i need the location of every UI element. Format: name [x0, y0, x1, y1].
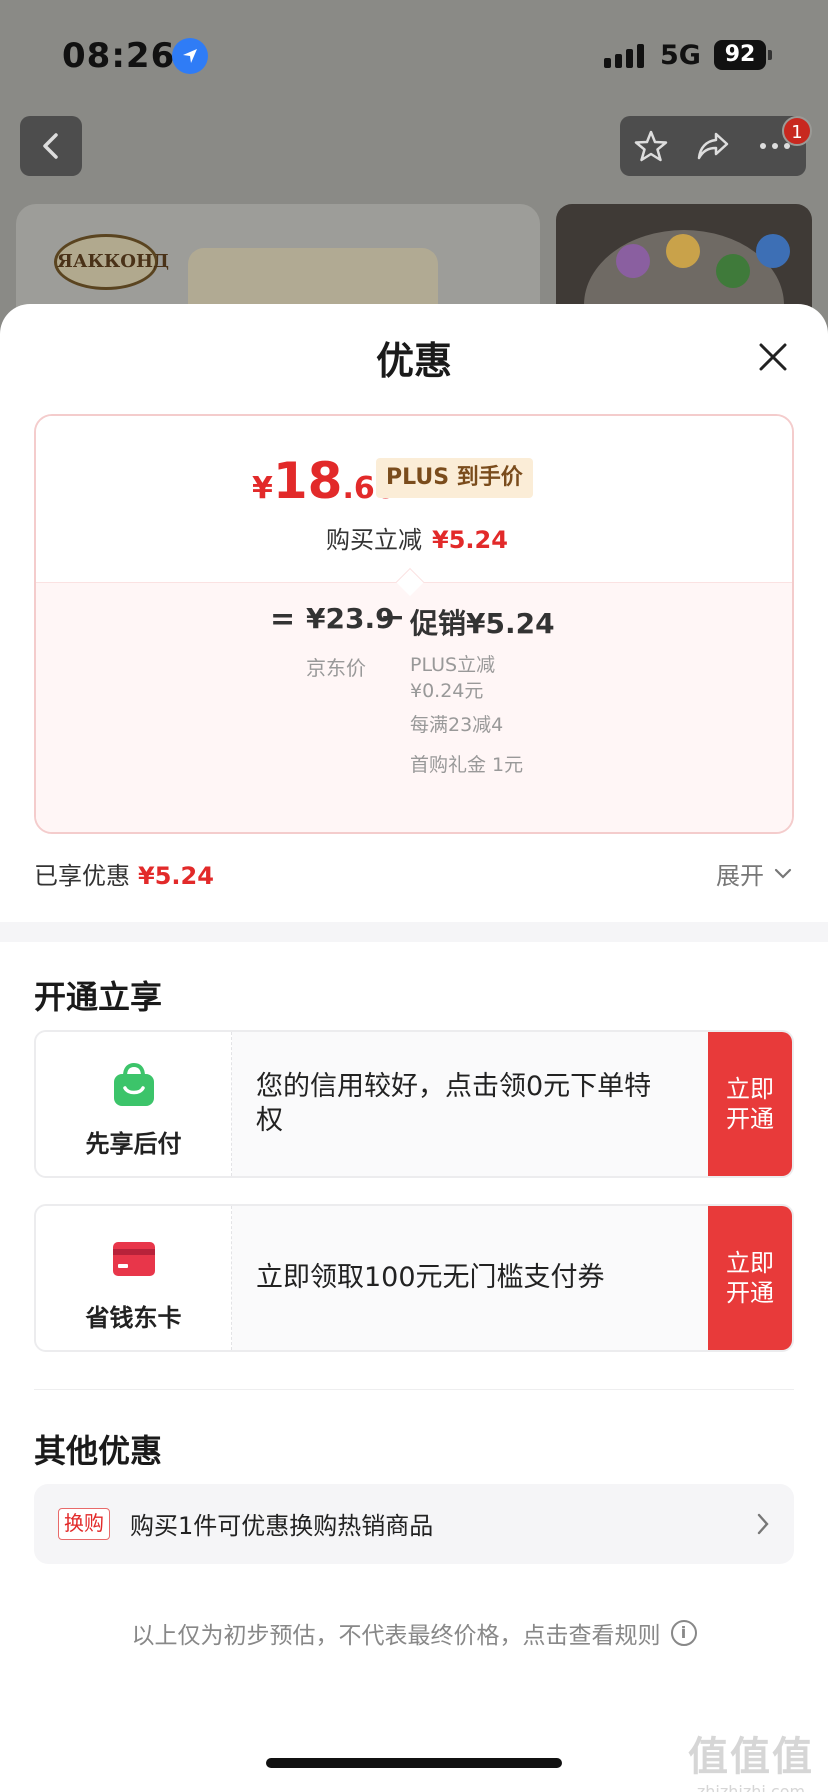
home-indicator[interactable]	[266, 1758, 562, 1768]
offer-description: 立即领取100元无门槛支付券	[256, 1262, 605, 1293]
expand-label: 展开	[716, 862, 764, 890]
enjoyed-discount: 已享优惠 ¥5.24	[34, 856, 214, 891]
offer-card-pay-later[interactable]: 先享后付 您的信用较好，点击领0元下单特权 立即开通	[34, 1030, 794, 1178]
battery-tip	[768, 50, 772, 60]
swap-tag: 换购	[58, 1508, 110, 1540]
offer-left-panel: 省钱东卡	[36, 1206, 232, 1350]
top-toolbar	[620, 116, 806, 176]
status-bar: 08:26 5G 92	[0, 32, 828, 80]
chevron-left-icon	[43, 133, 58, 159]
activate-button[interactable]: 立即开通	[708, 1206, 792, 1350]
promo-item-first-purchase: 首购礼金 1元	[410, 754, 524, 776]
cellular-signal-icon	[604, 44, 648, 68]
share-icon	[697, 132, 729, 160]
back-button[interactable]	[20, 116, 82, 176]
share-button[interactable]	[682, 116, 744, 176]
battery-icon: 92	[714, 40, 766, 70]
other-section-title: 其他优惠	[34, 1432, 163, 1470]
card-icon	[113, 1242, 155, 1276]
close-button[interactable]	[756, 340, 790, 374]
promo-label: 促销	[410, 607, 467, 640]
candy-image	[756, 234, 790, 268]
favorite-star-button[interactable]	[620, 116, 682, 176]
disclaimer-link[interactable]: 以上仅为初步预估，不代表最终价格，点击查看规则 i	[0, 1616, 828, 1650]
swap-purchase-row[interactable]: 换购 购买1件可优惠换购热销商品	[34, 1484, 794, 1564]
final-price: ¥18.66	[252, 452, 396, 510]
candy-image	[666, 234, 700, 268]
plus-price-tag: PLUS 到手价	[376, 458, 533, 498]
jd-price-label: 京东价	[306, 656, 366, 680]
disclaimer-text: 以上仅为初步预估，不代表最终价格，点击查看规则	[131, 1623, 661, 1649]
offer-name: 先享后付	[85, 1130, 182, 1158]
brand-logo: ЯАККОНД	[54, 234, 169, 290]
activate-section-title: 开通立享	[34, 978, 163, 1016]
activate-button[interactable]: 立即开通	[708, 1032, 792, 1176]
shopping-bag-icon	[114, 1062, 154, 1106]
discount-sheet: 优惠 ¥18.66 PLUS 到手价 购买立减 ¥5.24 = ¥23.9 京东价…	[0, 304, 828, 1792]
promo-item-threshold: 每满23减4	[410, 714, 504, 736]
status-time: 08:26	[62, 36, 176, 76]
buy-cut-line: 购买立减 ¥5.24	[326, 520, 508, 555]
network-type: 5G	[660, 40, 701, 71]
equals-sign: =	[270, 602, 296, 637]
info-icon: i	[670, 1620, 697, 1646]
sheet-title: 优惠	[375, 339, 452, 383]
enjoyed-label: 已享优惠	[34, 862, 130, 890]
site-watermark: 值值值 zhizhizhi.com	[688, 1724, 814, 1792]
offer-description: 您的信用较好，点击领0元下单特权	[256, 1071, 652, 1136]
final-price-area	[36, 416, 792, 582]
offer-card-saving-card[interactable]: 省钱东卡 立即领取100元无门槛支付券 立即开通	[34, 1204, 794, 1352]
price-breakdown-box: ¥18.66 PLUS 到手价 购买立减 ¥5.24 = ¥23.9 京东价 − …	[34, 414, 794, 834]
watermark-url: zhizhizhi.com	[696, 1782, 806, 1792]
buy-cut-value: ¥5.24	[432, 526, 508, 554]
location-arrow-icon	[172, 38, 208, 74]
offer-name: 省钱东卡	[85, 1304, 182, 1332]
star-icon	[634, 130, 668, 162]
offer-left-panel: 先享后付	[36, 1032, 232, 1176]
promo-total: 促销¥5.24	[410, 602, 555, 642]
buy-cut-label: 购买立减	[326, 526, 422, 554]
chevron-right-icon	[757, 1513, 769, 1535]
enjoyed-value: ¥5.24	[138, 862, 214, 890]
promo-value: ¥5.24	[466, 607, 555, 640]
notification-badge: 1	[782, 116, 812, 146]
close-icon	[759, 343, 787, 371]
section-divider	[0, 922, 828, 942]
minus-sign: −	[380, 600, 406, 635]
promo-item-plus: PLUS立减 ¥0.24元	[410, 654, 496, 702]
expand-toggle[interactable]: 展开	[716, 856, 792, 891]
more-dots-icon	[760, 143, 790, 149]
chevron-down-icon	[774, 868, 792, 879]
background-page: 08:26 5G 92 1 ЯАККОНД	[0, 0, 828, 368]
candy-image	[616, 244, 650, 278]
candy-image	[716, 254, 750, 288]
section-separator	[34, 1389, 794, 1390]
watermark-logo: 值值值	[688, 1734, 814, 1780]
swap-description: 购买1件可优惠换购热销商品	[130, 1512, 434, 1540]
